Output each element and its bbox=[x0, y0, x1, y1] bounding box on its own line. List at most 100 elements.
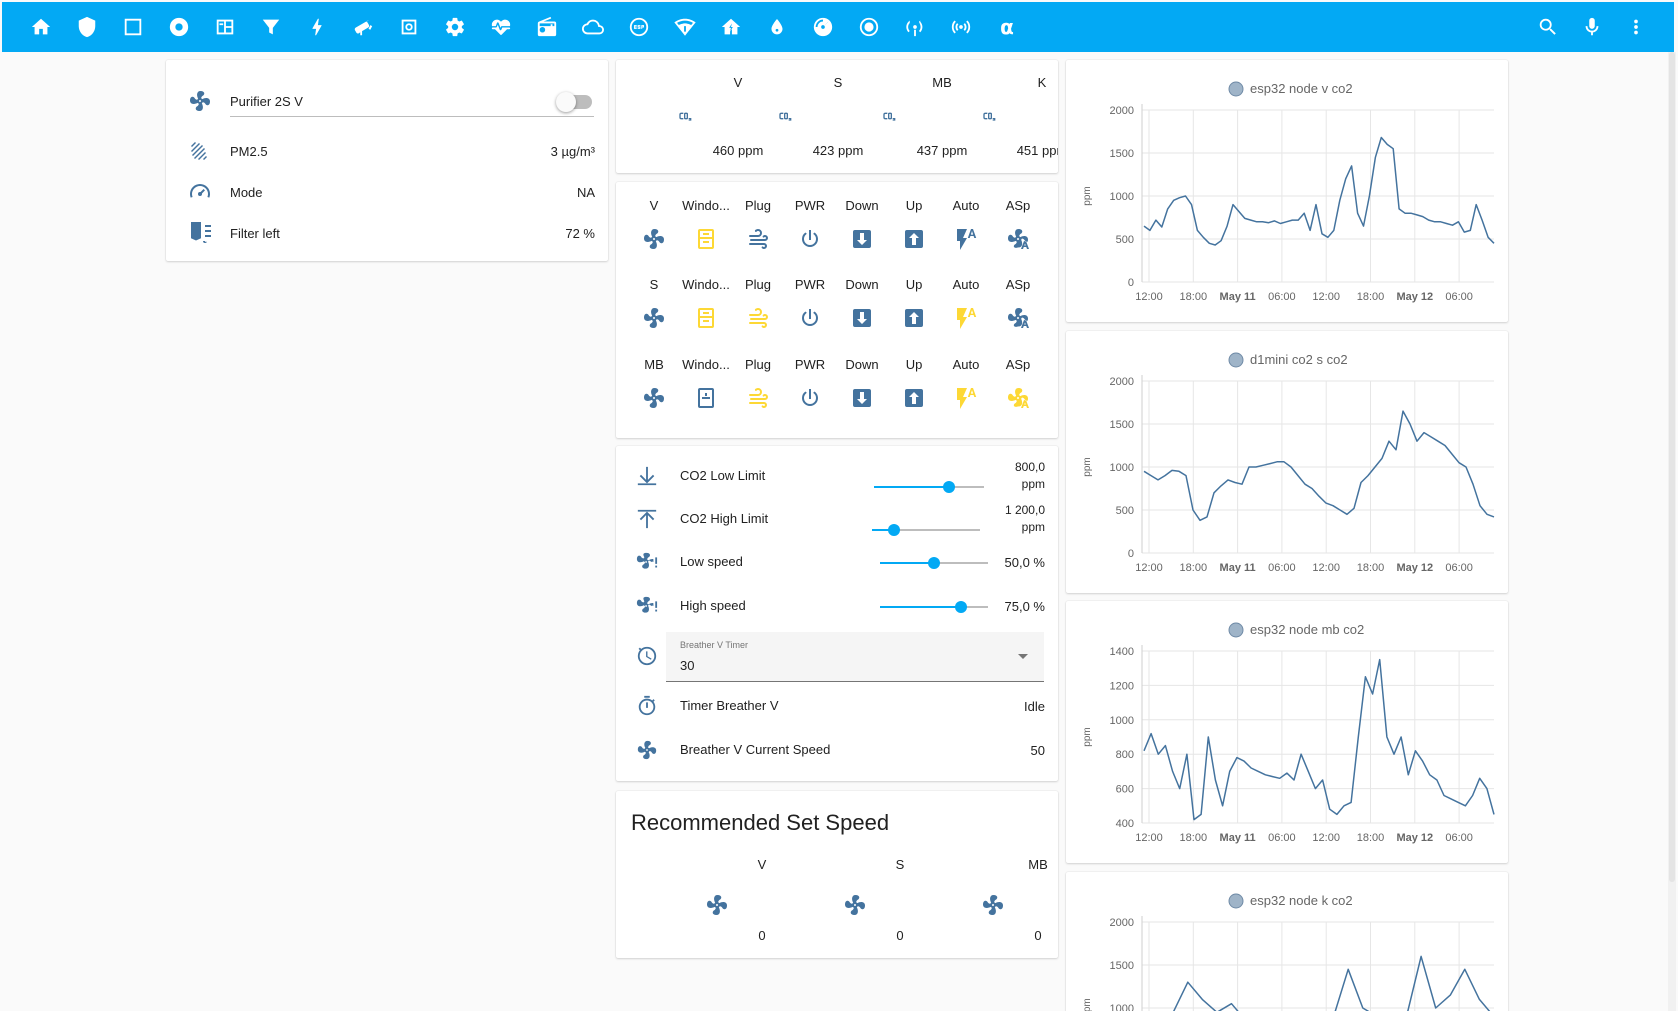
x-tick-label: May 11 bbox=[1220, 291, 1256, 303]
legend-swatch[interactable] bbox=[1228, 352, 1244, 368]
series-line[interactable] bbox=[1143, 136, 1495, 246]
chart-title[interactable]: d1mini co2 s co2 bbox=[1250, 352, 1348, 367]
graph-card-v[interactable]: esp32 node v co2 2000 1500 1000 500 0 ppm 12:00… bbox=[1066, 60, 1508, 322]
alpha-icon[interactable]: α bbox=[984, 2, 1030, 52]
lightning-icon[interactable] bbox=[294, 2, 340, 52]
co2-glance-card: V 460 ppmS 423 ppmMB 437 ppmK 451 ppm bbox=[616, 60, 1058, 173]
graph-card-k[interactable]: esp32 node k co2 2000 1500 1000 ppm bbox=[1066, 872, 1508, 1011]
recommended-item[interactable]: MB 0 bbox=[948, 791, 1048, 958]
home-flash-icon[interactable] bbox=[708, 2, 754, 52]
grid-button-asp[interactable]: ASp bbox=[992, 198, 1044, 251]
grid-button-windo[interactable]: Windo... bbox=[680, 198, 732, 251]
gear-icon[interactable] bbox=[432, 2, 478, 52]
slider-thumb[interactable] bbox=[887, 524, 900, 536]
control-value: 800,0 ppm bbox=[1014, 460, 1045, 491]
shield-icon[interactable] bbox=[64, 2, 110, 52]
water-icon[interactable] bbox=[754, 2, 800, 52]
co2-glance-item[interactable]: MB 437 ppm bbox=[838, 60, 967, 173]
co2-glance-item[interactable]: S 423 ppm bbox=[734, 60, 863, 173]
fan-icon bbox=[705, 893, 729, 917]
purifier-row[interactable]: Purifier 2S V bbox=[166, 81, 608, 121]
entity-row-pm25[interactable]: PM2.5 3 µg/m³ bbox=[166, 131, 608, 171]
co2-low-limit-slider[interactable] bbox=[874, 481, 984, 493]
square-icon[interactable] bbox=[110, 2, 156, 52]
button-label: Up bbox=[905, 277, 923, 292]
microphone-icon[interactable] bbox=[1570, 2, 1614, 52]
grid-button-asp[interactable]: ASp bbox=[992, 277, 1044, 330]
grid-button-mb[interactable]: MB bbox=[628, 357, 680, 410]
grid-button-windo[interactable]: Windo... bbox=[680, 357, 732, 410]
co2-glance-item[interactable]: V 460 ppm bbox=[634, 60, 763, 173]
grid-button-plug[interactable]: Plug bbox=[732, 357, 784, 410]
button-label: Windo... bbox=[682, 277, 730, 292]
wifi-shield-icon[interactable] bbox=[662, 2, 708, 52]
current-speed-row[interactable]: Breather V Current Speed 50 bbox=[616, 730, 1058, 770]
page-scrollbar[interactable] bbox=[1668, 52, 1676, 1011]
high-speed-slider[interactable] bbox=[880, 601, 988, 613]
entity-row-mode[interactable]: Mode NA bbox=[166, 172, 608, 212]
grid-button-up[interactable]: Up bbox=[888, 198, 940, 251]
slider-thumb[interactable] bbox=[928, 557, 940, 569]
esp-icon[interactable] bbox=[616, 2, 662, 52]
radio-icon[interactable] bbox=[524, 2, 570, 52]
grid-button-s[interactable]: S bbox=[628, 277, 680, 330]
record-icon[interactable] bbox=[846, 2, 892, 52]
grid-button-pwr[interactable]: PWR bbox=[784, 357, 836, 410]
grid-button-pwr[interactable]: PWR bbox=[784, 198, 836, 251]
grid-button-auto[interactable]: Auto bbox=[940, 357, 992, 410]
legend-swatch[interactable] bbox=[1228, 893, 1244, 909]
slider-thumb[interactable] bbox=[942, 481, 955, 493]
legend-swatch[interactable] bbox=[1228, 81, 1244, 97]
grid-button-auto[interactable]: Auto bbox=[940, 198, 992, 251]
recommended-item[interactable]: S 0 bbox=[810, 791, 904, 958]
access-point-icon[interactable] bbox=[938, 2, 984, 52]
graph-card-mb[interactable]: esp32 node mb co2 1400 1200 1000 800 600 400 pp… bbox=[1066, 601, 1508, 863]
scrollbar-thumb[interactable] bbox=[1669, 52, 1675, 882]
search-icon[interactable] bbox=[1526, 2, 1570, 52]
home-icon[interactable] bbox=[18, 2, 64, 52]
grid-button-down[interactable]: Down bbox=[836, 198, 888, 251]
recommended-item[interactable]: V 0 bbox=[672, 791, 766, 958]
co2-high-limit-slider[interactable] bbox=[872, 524, 980, 536]
panel-icon[interactable] bbox=[202, 2, 248, 52]
entity-value: 72 % bbox=[565, 225, 595, 241]
grid-button-down[interactable]: Down bbox=[836, 357, 888, 410]
slider-thumb[interactable] bbox=[955, 601, 967, 613]
grid-button-plug[interactable]: Plug bbox=[732, 277, 784, 330]
cloud-icon[interactable] bbox=[570, 2, 616, 52]
grid-button-windo[interactable]: Windo... bbox=[680, 277, 732, 330]
arrow-down-box-icon bbox=[850, 227, 874, 251]
x-tick-label: 06:00 bbox=[1268, 832, 1296, 844]
graph-card-s[interactable]: d1mini co2 s co2 2000 1500 1000 500 0 ppm 12:00… bbox=[1066, 331, 1508, 593]
breather-timer-select[interactable]: Breather V Timer 30 bbox=[666, 632, 1044, 682]
grid-button-plug[interactable]: Plug bbox=[732, 198, 784, 251]
cctv-icon[interactable] bbox=[340, 2, 386, 52]
grid-button-up[interactable]: Up bbox=[888, 277, 940, 330]
low-speed-slider[interactable] bbox=[880, 557, 988, 569]
circle-icon[interactable] bbox=[156, 2, 202, 52]
grid-button-pwr[interactable]: PWR bbox=[784, 277, 836, 330]
gauge-icon[interactable] bbox=[800, 2, 846, 52]
grid-button-auto[interactable]: Auto bbox=[940, 277, 992, 330]
heart-pulse-icon[interactable] bbox=[478, 2, 524, 52]
co2-glance-item[interactable]: K 451 ppm bbox=[938, 60, 1058, 173]
series-line[interactable] bbox=[1143, 658, 1495, 821]
timer-row[interactable]: Timer Breather V Idle bbox=[616, 686, 1058, 726]
legend-swatch[interactable] bbox=[1228, 622, 1244, 638]
grid-button-asp[interactable]: ASp bbox=[992, 357, 1044, 410]
x-tick-label: 18:00 bbox=[1180, 291, 1208, 303]
purifier-toggle[interactable] bbox=[556, 92, 592, 112]
antenna-icon[interactable] bbox=[892, 2, 938, 52]
button-label: Plug bbox=[744, 198, 772, 213]
chart-title[interactable]: esp32 node v co2 bbox=[1250, 81, 1353, 96]
menu-dots-icon[interactable] bbox=[1614, 2, 1658, 52]
chart-title[interactable]: esp32 node mb co2 bbox=[1250, 622, 1364, 637]
chart-title[interactable]: esp32 node k co2 bbox=[1250, 893, 1353, 908]
filter-icon[interactable] bbox=[248, 2, 294, 52]
entity-row-filter[interactable]: Filter left 72 % bbox=[166, 213, 608, 253]
grid-button-down[interactable]: Down bbox=[836, 277, 888, 330]
camera-icon[interactable] bbox=[386, 2, 432, 52]
series-line[interactable] bbox=[1143, 410, 1495, 522]
grid-button-v[interactable]: V bbox=[628, 198, 680, 251]
grid-button-up[interactable]: Up bbox=[888, 357, 940, 410]
